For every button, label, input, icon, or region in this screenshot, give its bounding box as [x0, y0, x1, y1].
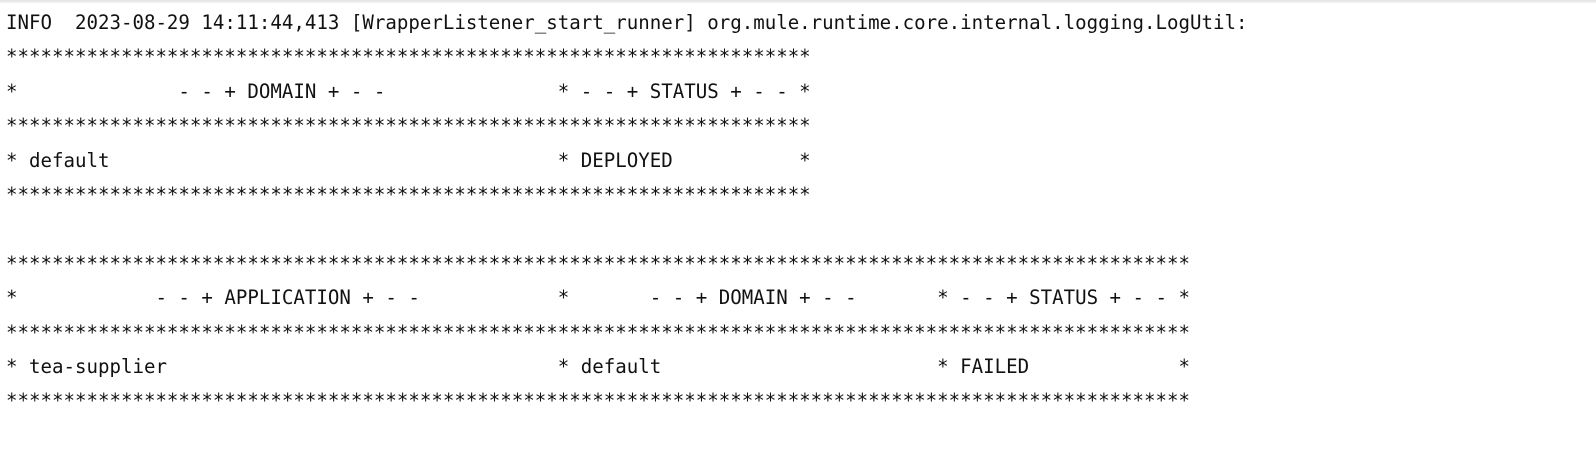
app-table-border-bottom: ****************************************…: [6, 389, 1191, 413]
log-header-line: INFO 2023-08-29 14:11:44,413 [WrapperLis…: [6, 11, 1248, 34]
domain-table-row-default: * default * DEPLOYED *: [6, 148, 811, 172]
domain-table-border-bottom: ****************************************…: [6, 182, 811, 206]
log-output-panel[interactable]: INFO 2023-08-29 14:11:44,413 [WrapperLis…: [6, 6, 1586, 466]
app-table-border-top: ****************************************…: [6, 251, 1191, 275]
domain-table-border-top: ****************************************…: [6, 45, 811, 69]
app-table-row-tea-supplier: * tea-supplier * default * FAILED *: [6, 354, 1191, 378]
domain-table-header-row: * - - + DOMAIN + - - * - - + STATUS + - …: [6, 79, 811, 103]
domain-table-border-mid: ****************************************…: [6, 114, 811, 138]
window-top-edge: [0, 0, 1596, 3]
app-table-border-mid: ****************************************…: [6, 320, 1191, 344]
app-table-header-row: * - - + APPLICATION + - - * - - + DOMAIN…: [6, 286, 1191, 310]
